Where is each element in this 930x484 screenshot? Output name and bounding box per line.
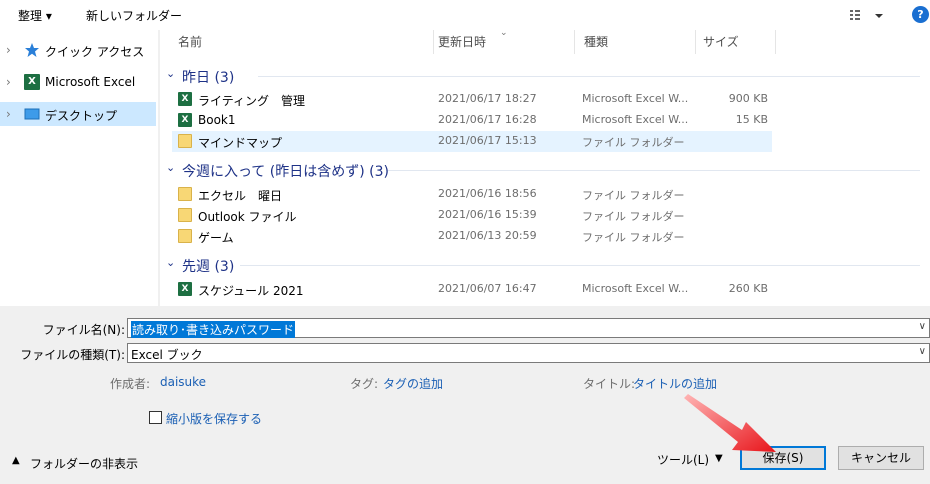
star-icon (25, 43, 39, 57)
nav-item-desktop[interactable]: › デスクトップ (0, 102, 156, 126)
folder-icon (178, 229, 192, 243)
chevron-down-icon[interactable]: ⌄ (166, 161, 175, 174)
title-label: タイトル: (583, 377, 636, 391)
file-date: 2021/06/16 15:39 (438, 208, 537, 221)
excel-file-icon: X (178, 113, 192, 127)
file-date: 2021/06/13 20:59 (438, 229, 537, 242)
save-thumbnail-label[interactable]: 縮小版を保存する (166, 410, 262, 427)
hide-folders-button[interactable]: フォルダーの非表示 (30, 455, 138, 472)
group-label: 先週 (3) (182, 259, 235, 275)
command-bar: 整理 ▾ 新しいフォルダー ? (0, 0, 930, 30)
filename-value: 読み取り･書き込みパスワード (131, 321, 296, 338)
filetype-label: ファイルの種類(T): (20, 348, 125, 362)
file-date: 2021/06/17 18:27 (438, 92, 537, 105)
file-type: ファイル フォルダー (582, 210, 685, 223)
file-row[interactable]: X Book1 2021/06/17 16:28 Microsoft Excel… (172, 110, 772, 131)
excel-file-icon: X (178, 92, 192, 106)
excel-icon: X (24, 74, 40, 90)
annotation-arrow-icon (684, 394, 776, 452)
file-type: Microsoft Excel W... (582, 92, 689, 105)
column-header-size[interactable]: サイズ (695, 30, 775, 54)
file-list: 名前 更新日時 ⌄ 種類 サイズ ⌄ 昨日 (3) X ライティング 管理 20… (160, 30, 930, 306)
file-row[interactable]: マインドマップ 2021/06/17 15:13 ファイル フォルダー (172, 131, 772, 152)
file-size: 15 KB (735, 113, 768, 126)
author-value[interactable]: daisuke (160, 375, 206, 389)
file-row[interactable]: X ライティング 管理 2021/06/17 18:27 Microsoft E… (172, 89, 772, 110)
chevron-right-icon[interactable]: › (6, 107, 11, 121)
file-name: Book1 (198, 113, 236, 127)
cancel-button[interactable]: キャンセル (838, 446, 924, 470)
folder-icon (178, 134, 192, 148)
column-header-type[interactable]: 種類 (574, 30, 694, 54)
nav-item-microsoft-excel[interactable]: › X Microsoft Excel (0, 70, 156, 94)
new-folder-button[interactable]: 新しいフォルダー (86, 7, 182, 24)
group-header-this-week[interactable]: ⌄ 今週に入って (昨日は含めず) (3) (160, 158, 930, 180)
chevron-right-icon[interactable]: › (6, 43, 11, 57)
file-row[interactable]: ゲーム 2021/06/13 20:59 ファイル フォルダー (172, 226, 772, 247)
view-details-icon (850, 10, 883, 20)
file-name: Outlook ファイル (198, 210, 297, 224)
nav-item-label: デスクトップ (45, 109, 118, 123)
file-name: マインドマップ (198, 136, 283, 150)
nav-item-label: Microsoft Excel (45, 75, 136, 89)
excel-file-icon: X (178, 282, 192, 296)
organize-button[interactable]: 整理 ▾ (18, 7, 52, 24)
file-date: 2021/06/07 16:47 (438, 282, 537, 295)
author-label: 作成者: (109, 377, 150, 391)
file-row[interactable]: Outlook ファイル 2021/06/16 15:39 ファイル フォルダー (172, 205, 772, 226)
folder-icon (178, 187, 192, 201)
file-size: 900 KB (728, 92, 768, 105)
folder-icon (178, 208, 192, 222)
chevron-down-icon[interactable]: ∨ (919, 321, 926, 332)
file-name: エクセル 曜日 (198, 189, 283, 203)
file-name: ライティング 管理 (198, 94, 306, 108)
file-name: スケジュール 2021 (198, 284, 304, 298)
file-type: ファイル フォルダー (582, 189, 685, 202)
group-label: 今週に入って (昨日は含めず) (3) (182, 164, 389, 180)
nav-item-quick-access[interactable]: › クイック アクセス (0, 38, 156, 62)
save-thumbnail-checkbox[interactable] (149, 411, 162, 424)
chevron-up-icon[interactable]: ▲ (12, 455, 20, 466)
navigation-pane: › クイック アクセス › X Microsoft Excel › デスクトップ (0, 30, 158, 306)
file-row[interactable]: エクセル 曜日 2021/06/16 18:56 ファイル フォルダー (172, 184, 772, 205)
sort-descending-icon: ⌄ (500, 30, 508, 38)
change-view-button[interactable] (846, 6, 886, 24)
group-label: 昨日 (3) (182, 70, 235, 86)
file-name: ゲーム (198, 231, 234, 245)
tags-value[interactable]: タグの追加 (383, 375, 443, 392)
file-date: 2021/06/17 15:13 (438, 134, 537, 147)
file-row[interactable]: X スケジュール 2021 2021/06/07 16:47 Microsoft… (172, 279, 772, 300)
desktop-icon (24, 108, 40, 120)
help-button[interactable]: ? (912, 6, 929, 23)
file-date: 2021/06/16 18:56 (438, 187, 537, 200)
file-date: 2021/06/17 16:28 (438, 113, 537, 126)
tags-label: タグ: (350, 377, 379, 391)
file-size: 260 KB (728, 282, 768, 295)
file-type: Microsoft Excel W... (582, 113, 689, 126)
filetype-select[interactable]: Excel ブック ∨ (127, 343, 930, 363)
chevron-right-icon[interactable]: › (6, 75, 11, 89)
group-header-yesterday[interactable]: ⌄ 昨日 (3) (160, 64, 930, 86)
column-header-name[interactable]: 名前 (160, 30, 433, 54)
chevron-down-icon[interactable]: ⌄ (166, 256, 175, 269)
file-type: ファイル フォルダー (582, 231, 685, 244)
file-type: ファイル フォルダー (582, 136, 685, 149)
group-header-last-week[interactable]: ⌄ 先週 (3) (160, 253, 930, 275)
title-value[interactable]: タイトルの追加 (633, 375, 717, 392)
filename-label: ファイル名(N): (42, 323, 125, 337)
file-type: Microsoft Excel W... (582, 282, 689, 295)
filename-input[interactable]: 読み取り･書き込みパスワード ∨ (127, 318, 930, 338)
chevron-down-icon[interactable]: ⌄ (166, 67, 175, 80)
nav-item-label: クイック アクセス (45, 45, 145, 59)
chevron-down-icon: ∨ (918, 346, 926, 357)
filetype-value: Excel ブック (131, 348, 203, 362)
